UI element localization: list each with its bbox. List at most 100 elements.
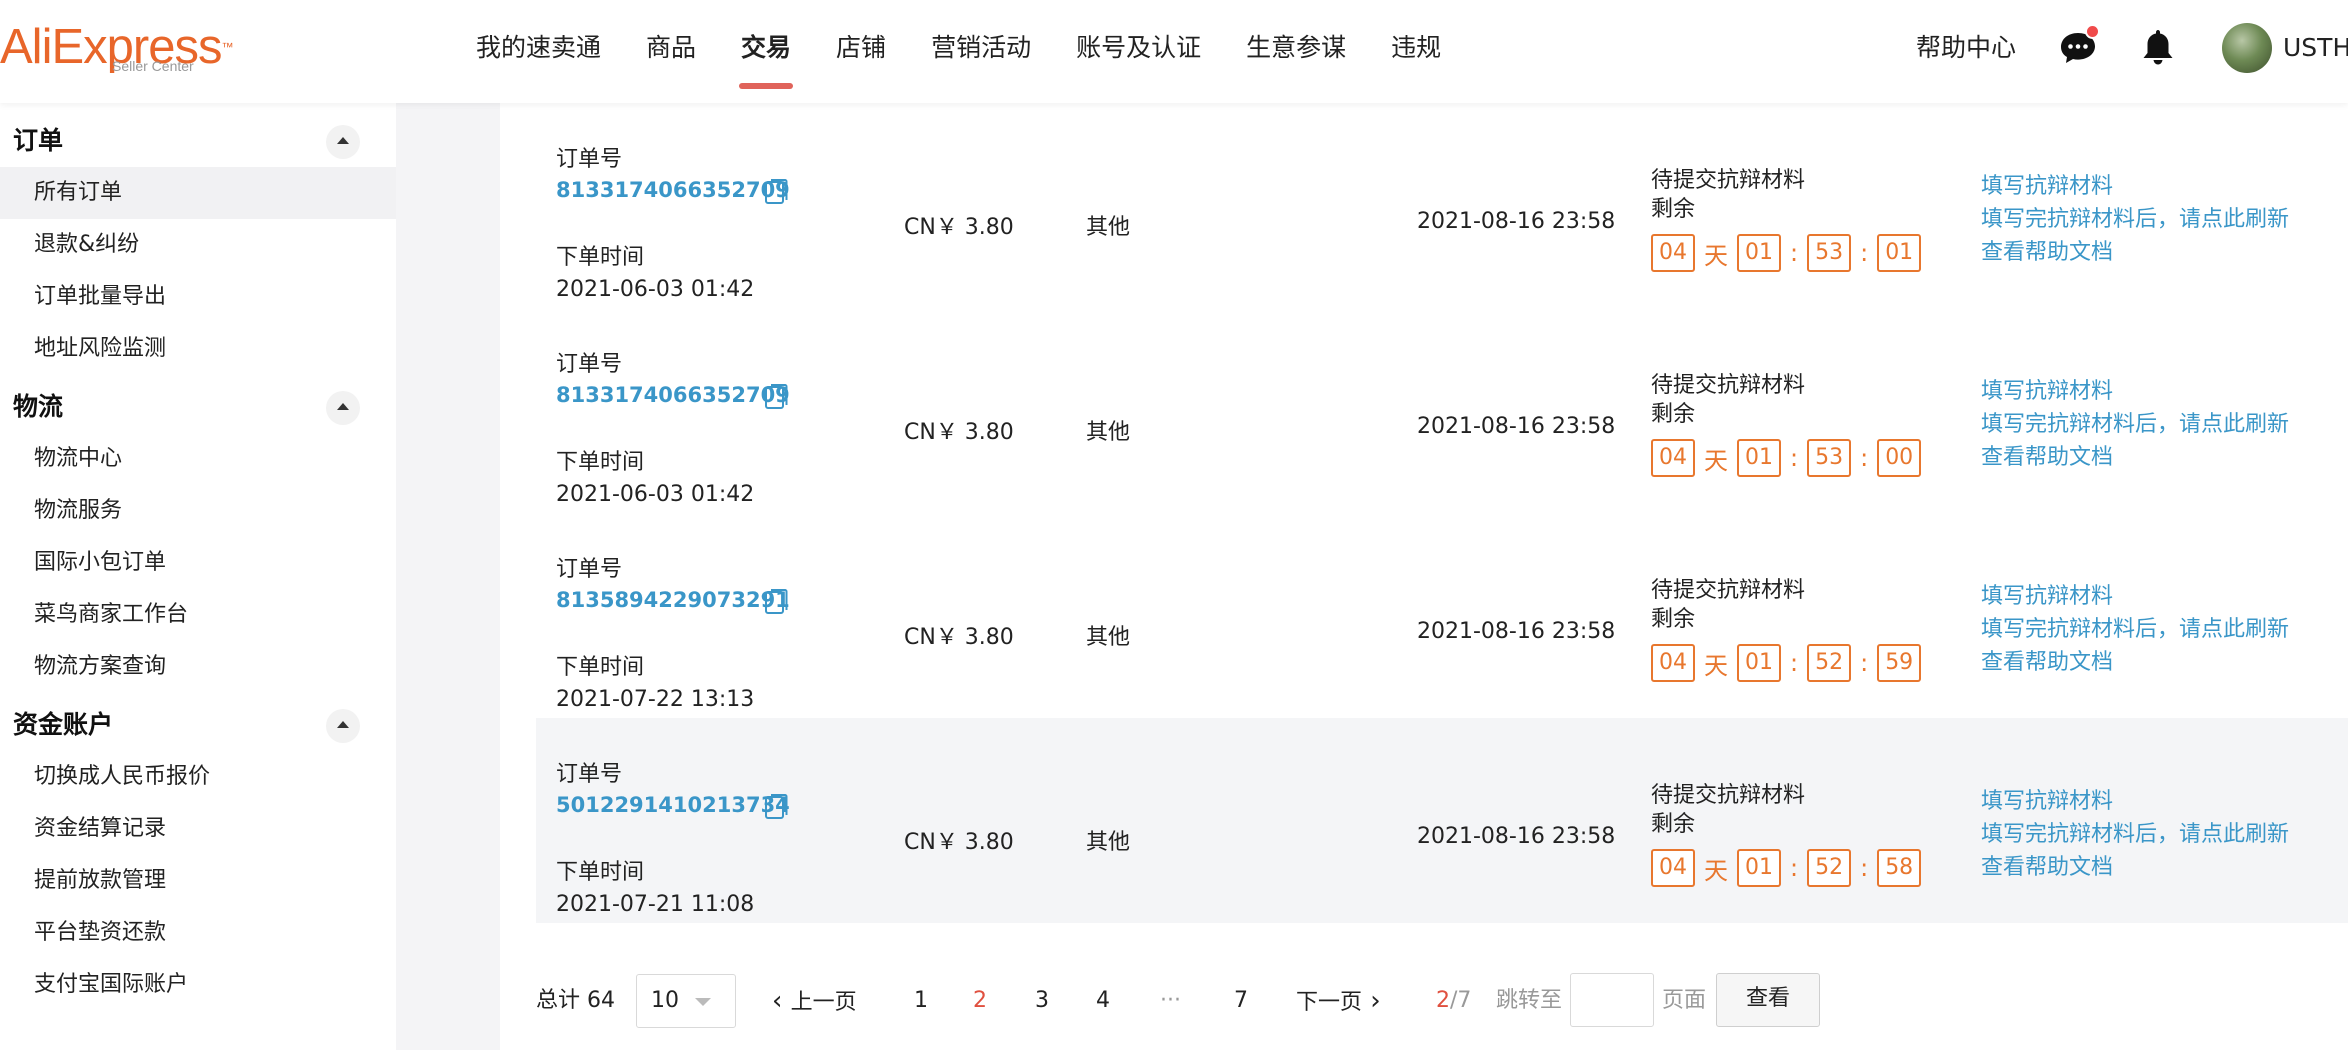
order-amount: CN￥ 3.80 [904, 830, 1014, 855]
jump-page-input[interactable] [1570, 973, 1654, 1027]
sidebar-item-small-parcel[interactable]: 国际小包订单 [0, 537, 396, 589]
page-4[interactable]: 4 [1096, 971, 1110, 1031]
sidebar-section-funds[interactable]: 资金账户 [0, 693, 396, 751]
help-doc-link[interactable]: 查看帮助文档 [1981, 646, 2113, 679]
sidebar-item-bulk-export[interactable]: 订单批量导出 [0, 271, 396, 323]
sidebar-item-repayment[interactable]: 平台垫资还款 [0, 907, 396, 959]
remaining-label: 剩余 [1651, 197, 1696, 222]
copy-icon[interactable] [764, 178, 788, 206]
countdown-timer: 04 天 01:53:00 [1651, 439, 1922, 477]
deadline-time: 2021-08-16 23:58 [1417, 414, 1616, 439]
order-time-label: 下单时间 [556, 860, 645, 885]
copy-icon[interactable] [764, 793, 788, 821]
refresh-link[interactable]: 填写完抗辩材料后，请点此刷新 [1981, 613, 2289, 646]
status-text: 待提交抗辩材料 [1651, 578, 1806, 603]
page-size-select[interactable]: 10 [636, 974, 736, 1028]
order-number-link[interactable]: 5012291410213734 [556, 793, 790, 817]
nav-business-advisor[interactable]: 生意参谋 [1246, 0, 1346, 103]
page-2[interactable]: 2 [973, 971, 987, 1031]
sidebar-item-cainiao[interactable]: 菜鸟商家工作台 [0, 589, 396, 641]
order-number-link[interactable]: 8133174066352709 [556, 383, 790, 407]
refresh-link[interactable]: 填写完抗辩材料后，请点此刷新 [1981, 203, 2289, 236]
page-ellipsis[interactable]: ··· [1160, 971, 1181, 1031]
sidebar-item-logistics-center[interactable]: 物流中心 [0, 433, 396, 485]
nav-marketing[interactable]: 营销活动 [931, 0, 1031, 103]
order-time: 2021-07-22 13:13 [556, 687, 755, 712]
collapse-arrow-icon[interactable] [326, 125, 360, 159]
next-page-label: 下一页 [1296, 990, 1363, 1015]
nav-violations[interactable]: 违规 [1391, 0, 1441, 103]
help-doc-link[interactable]: 查看帮助文档 [1981, 441, 2113, 474]
sidebar-item-rmb-quote[interactable]: 切换成人民币报价 [0, 751, 396, 803]
nav-account[interactable]: 账号及认证 [1076, 0, 1201, 103]
order-number-link[interactable]: 8133174066352709 [556, 178, 790, 202]
time-separator: : [1790, 239, 1799, 267]
order-time: 2021-06-03 01:42 [556, 277, 755, 302]
page-1[interactable]: 1 [914, 971, 928, 1031]
order-number-link[interactable]: 8135894229073291 [556, 588, 790, 612]
order-time: 2021-07-21 11:08 [556, 892, 755, 917]
sidebar-item-logistics-service[interactable]: 物流服务 [0, 485, 396, 537]
nav-store[interactable]: 店铺 [836, 0, 886, 103]
order-list: 订单号 8133174066352709 下单时间 2021-06-03 01:42 C… [500, 103, 2348, 1050]
help-doc-link[interactable]: 查看帮助文档 [1981, 851, 2113, 884]
go-button[interactable]: 查看 [1716, 973, 1820, 1027]
copy-icon[interactable] [764, 383, 788, 411]
countdown-minutes: 53 [1807, 234, 1852, 272]
nav-my-aliexpress[interactable]: 我的速卖通 [476, 0, 601, 103]
order-row: 订单号 8133174066352709 下单时间 2021-06-03 01:42 C… [536, 308, 2348, 513]
sidebar-item-early-release[interactable]: 提前放款管理 [0, 855, 396, 907]
order-no-label: 订单号 [556, 352, 623, 377]
refresh-link[interactable]: 填写完抗辩材料后，请点此刷新 [1981, 408, 2289, 441]
main-nav: 我的速卖通 商品 交易 店铺 营销活动 账号及认证 生意参谋 违规 [476, 0, 1486, 103]
help-doc-link[interactable]: 查看帮助文档 [1981, 236, 2113, 269]
order-time-label: 下单时间 [556, 245, 645, 270]
bell-icon[interactable] [2141, 27, 2175, 67]
sidebar-item-settlement[interactable]: 资金结算记录 [0, 803, 396, 855]
next-page-button[interactable]: 下一页 › [1296, 971, 1381, 1033]
sidebar-item-address-risk[interactable]: 地址风险监测 [0, 323, 396, 375]
countdown-days: 04 [1651, 644, 1695, 682]
fill-defense-link[interactable]: 填写抗辩材料 [1981, 170, 2113, 203]
user-name[interactable]: USTH [2283, 0, 2348, 96]
time-separator: : [1790, 649, 1799, 677]
countdown-timer: 04 天 01:52:58 [1651, 849, 1922, 887]
collapse-arrow-icon[interactable] [326, 391, 360, 425]
countdown-hours: 01 [1737, 439, 1781, 477]
sidebar-item-alipay[interactable]: 支付宝国际账户 [0, 959, 396, 1011]
fill-defense-link[interactable]: 填写抗辩材料 [1981, 580, 2113, 613]
avatar[interactable] [2222, 23, 2272, 73]
copy-icon[interactable] [764, 588, 788, 616]
collapse-arrow-icon[interactable] [326, 709, 360, 743]
fill-defense-link[interactable]: 填写抗辩材料 [1981, 785, 2113, 818]
refresh-link[interactable]: 填写完抗辩材料后，请点此刷新 [1981, 818, 2289, 851]
countdown-minutes: 53 [1807, 439, 1852, 477]
time-separator: : [1860, 239, 1869, 267]
countdown-days: 04 [1651, 849, 1695, 887]
sidebar-item-refunds[interactable]: 退款&纠纷 [0, 219, 396, 271]
order-row: 订单号 8133174066352709 下单时间 2021-06-03 01:42 C… [536, 103, 2348, 308]
sidebar-item-logistics-plan[interactable]: 物流方案查询 [0, 641, 396, 693]
order-time-label: 下单时间 [556, 450, 645, 475]
day-unit: 天 [1704, 651, 1728, 680]
countdown-timer: 04 天 01:52:59 [1651, 644, 1922, 682]
help-center-link[interactable]: 帮助中心 [1916, 0, 2016, 96]
order-time-label: 下单时间 [556, 655, 645, 680]
aliexpress-logo[interactable]: AliExpress™ Seller Center [0, 22, 233, 82]
sidebar-section-orders[interactable]: 订单 [0, 109, 396, 167]
status-text: 待提交抗辩材料 [1651, 783, 1806, 808]
order-amount: CN￥ 3.80 [904, 420, 1014, 445]
fill-defense-link[interactable]: 填写抗辩材料 [1981, 375, 2113, 408]
countdown-seconds: 59 [1877, 644, 1922, 682]
sidebar-item-all-orders[interactable]: 所有订单 [0, 167, 396, 219]
sidebar-section-logistics[interactable]: 物流 [0, 375, 396, 433]
time-separator: : [1790, 444, 1799, 472]
sidebar-section-title: 资金账户 [13, 710, 114, 739]
order-row: 订单号 8135894229073291 下单时间 2021-07-22 13:13 C… [536, 513, 2348, 718]
prev-page-button[interactable]: ‹ 上一页 [772, 971, 857, 1033]
page-7[interactable]: 7 [1234, 971, 1248, 1031]
page-3[interactable]: 3 [1035, 971, 1049, 1031]
nav-transactions[interactable]: 交易 [739, 0, 794, 103]
nav-products[interactable]: 商品 [646, 0, 696, 103]
order-no-label: 订单号 [556, 147, 623, 172]
